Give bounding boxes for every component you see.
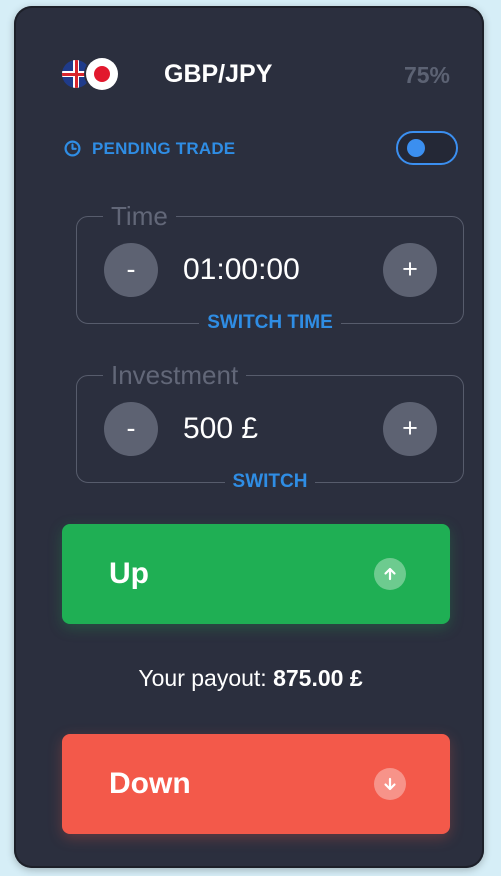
pending-trade-toggle[interactable] [396, 131, 458, 165]
payout-prefix: Your payout: [138, 665, 267, 691]
switch-time-wrapper: SWITCH TIME [77, 312, 463, 334]
down-button-label: Down [109, 767, 191, 800]
investment-field: Investment - 500 £ + SWITCH [76, 360, 464, 492]
up-button[interactable]: Up [62, 524, 450, 624]
japan-flag-icon [86, 58, 118, 90]
payout-amount: 875.00 £ [273, 665, 363, 691]
down-button[interactable]: Down [62, 734, 450, 834]
pending-trade-label: PENDING TRADE [92, 139, 236, 158]
payout-text: Your payout: 875.00 £ [0, 665, 501, 692]
investment-legend: Investment [103, 360, 247, 390]
currency-flags [62, 58, 134, 90]
investment-increase-button[interactable]: + [383, 402, 437, 456]
arrow-up-icon [374, 558, 406, 590]
switch-investment-button[interactable]: SWITCH [224, 471, 316, 492]
investment-value[interactable]: 500 £ [183, 412, 258, 446]
up-button-label: Up [109, 557, 149, 590]
clock-icon [64, 140, 81, 157]
arrow-down-icon [374, 768, 406, 800]
switch-investment-wrapper: SWITCH [77, 471, 463, 493]
time-decrease-button[interactable]: - [104, 243, 158, 297]
time-increase-button[interactable]: + [383, 243, 437, 297]
asset-header[interactable]: GBP/JPY 75% [62, 54, 452, 94]
investment-decrease-button[interactable]: - [104, 402, 158, 456]
switch-time-button[interactable]: SWITCH TIME [199, 312, 341, 333]
time-value[interactable]: 01:00:00 [183, 253, 300, 287]
time-field: Time - 01:00:00 + SWITCH TIME [76, 201, 464, 333]
asset-payout-percent: 75% [403, 62, 450, 88]
asset-pair-name[interactable]: GBP/JPY [164, 60, 272, 89]
time-legend: Time [103, 201, 176, 231]
toggle-knob [407, 139, 425, 157]
pending-trade-row: PENDING TRADE [64, 128, 458, 168]
